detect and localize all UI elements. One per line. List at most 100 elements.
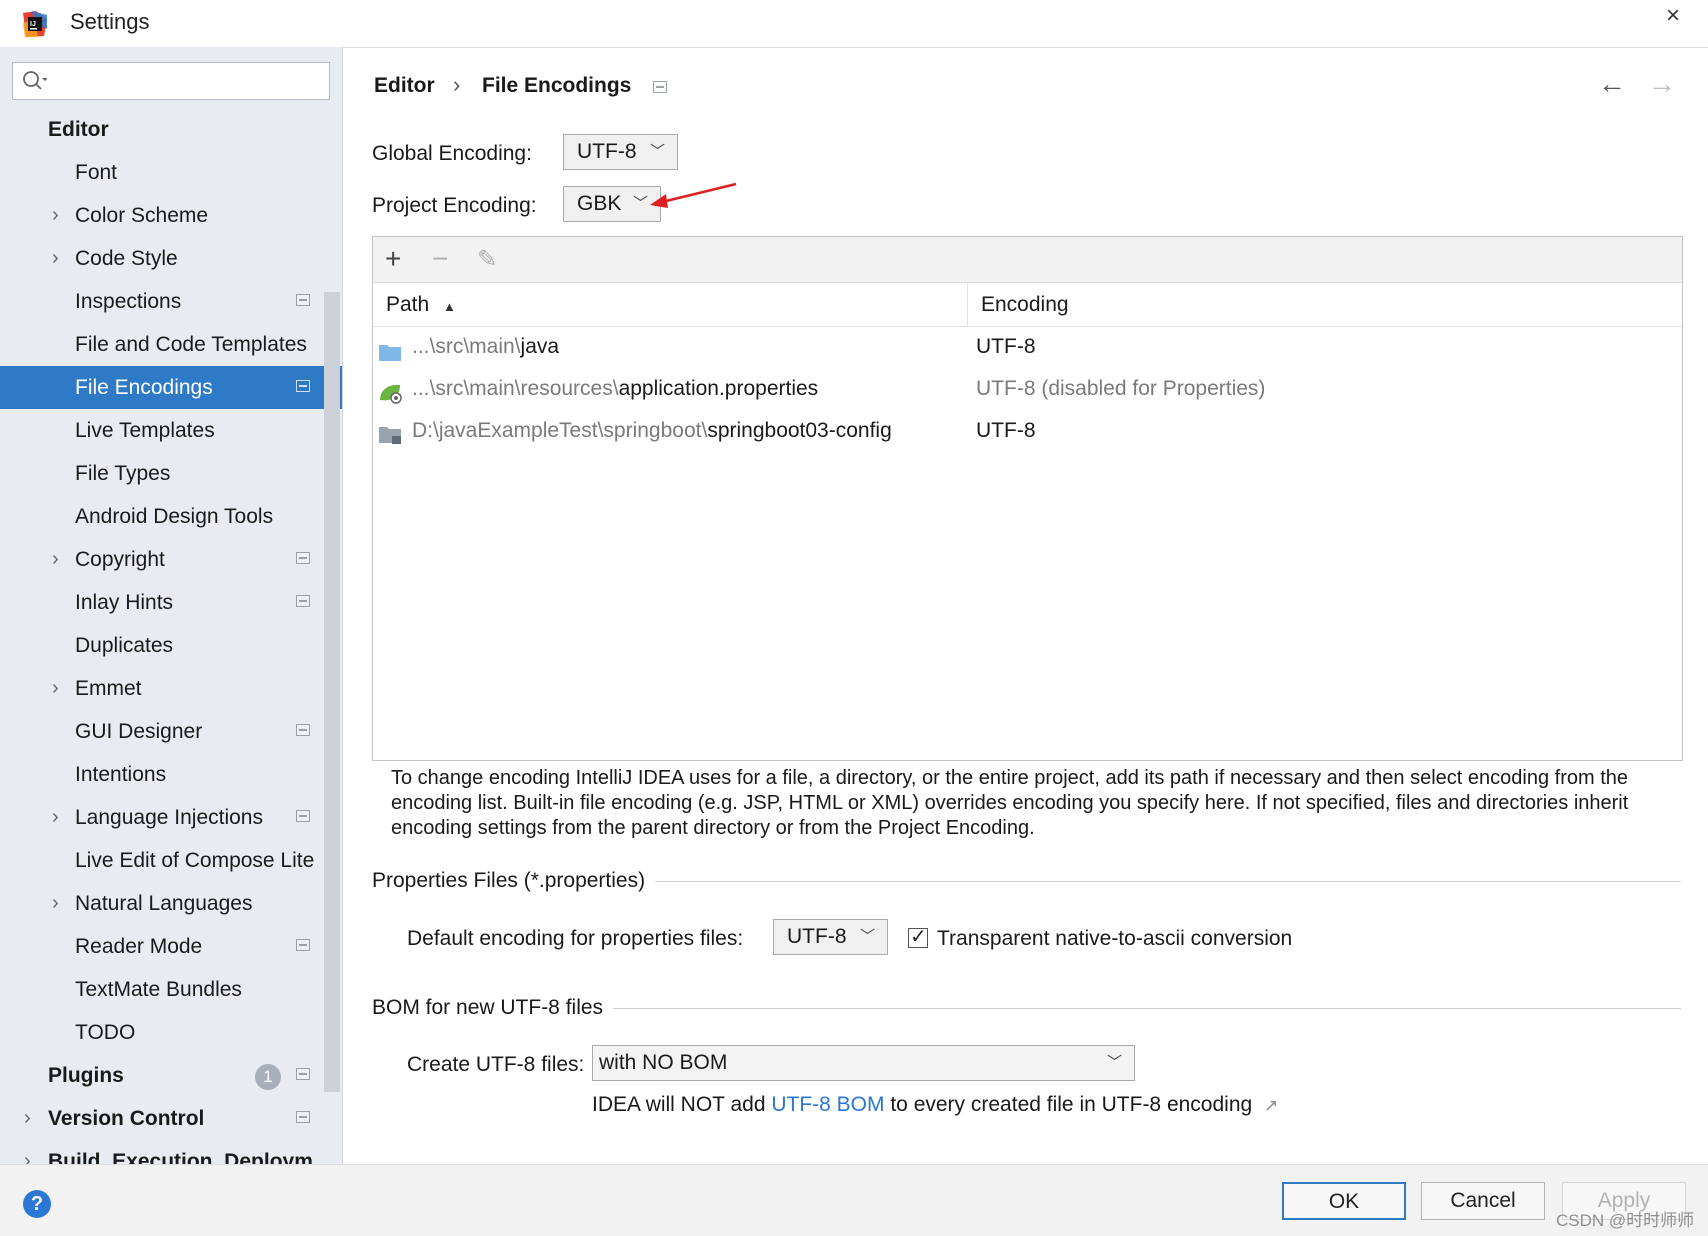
sidebar-item[interactable]: › Color Scheme <box>0 194 342 237</box>
bom-note-prefix: IDEA will NOT add <box>592 1093 772 1116</box>
chevron-down-icon: ﹀ <box>649 143 665 160</box>
sidebar-item[interactable]: Plugins 1 <box>0 1054 342 1097</box>
forward-arrow-icon[interactable]: → <box>1648 68 1676 100</box>
row-path-prefix: D:\javaExampleTest\springboot\ <box>412 419 708 442</box>
sidebar-item[interactable]: TODO <box>0 1011 342 1054</box>
bom-mode-dropdown[interactable]: with NO BOM ﹀ <box>592 1045 1135 1081</box>
sidebar-item[interactable]: › Copyright <box>0 538 342 581</box>
chevron-right-icon[interactable]: › <box>24 1140 31 1164</box>
table-row[interactable]: ...\src\main\java UTF-8 <box>373 326 1682 368</box>
sidebar-item[interactable]: › Code Style <box>0 237 342 280</box>
sidebar-item-label: Android Design Tools <box>75 505 274 528</box>
breadcrumb-parent[interactable]: Editor <box>374 74 435 98</box>
sidebar-item[interactable]: Font <box>0 151 342 194</box>
bom-note-suffix: to every created file in UTF-8 encoding <box>884 1093 1253 1116</box>
project-level-icon <box>296 1068 310 1080</box>
project-level-icon <box>296 552 310 564</box>
chevron-right-icon[interactable]: › <box>52 237 59 280</box>
sidebar-item[interactable]: Inspections <box>0 280 342 323</box>
sidebar-item[interactable]: GUI Designer <box>0 710 342 753</box>
transparent-conversion-label[interactable]: Transparent native-to-ascii conversion <box>937 927 1292 951</box>
row-path-name: springboot03-config <box>707 419 892 442</box>
utf8-bom-link[interactable]: UTF-8 BOM <box>771 1093 884 1116</box>
sidebar-item-label: Language Injections <box>75 806 263 829</box>
global-encoding-value: UTF-8 <box>577 140 637 163</box>
sidebar-item-label: Inlay Hints <box>75 591 174 614</box>
sidebar-item-label: File Encodings <box>75 376 213 399</box>
sidebar-item-label: Version Control <box>48 1107 205 1130</box>
back-arrow-icon[interactable]: ← <box>1598 68 1626 100</box>
chevron-right-icon[interactable]: › <box>52 882 59 925</box>
project-encoding-value: GBK <box>577 192 622 215</box>
remove-icon[interactable]: − <box>432 243 448 275</box>
row-encoding[interactable]: UTF-8 <box>976 410 1036 452</box>
path-column-label: Path <box>386 293 430 316</box>
chevron-right-icon[interactable]: › <box>52 667 59 710</box>
sidebar-item-label: Copyright <box>75 548 165 571</box>
settings-search-input[interactable] <box>12 62 330 100</box>
cancel-button[interactable]: Cancel <box>1421 1182 1545 1220</box>
table-row[interactable]: ...\src\main\resources\application.prope… <box>373 368 1682 410</box>
sidebar-item-label: Color Scheme <box>75 204 209 227</box>
row-encoding[interactable]: UTF-8 <box>976 326 1036 368</box>
sidebar-item[interactable]: Reader Mode <box>0 925 342 968</box>
sidebar-item-label: Natural Languages <box>75 892 253 915</box>
sidebar-item[interactable]: File Encodings <box>0 366 342 409</box>
search-icon <box>23 71 47 90</box>
chevron-right-icon[interactable]: › <box>52 194 59 237</box>
sidebar-item[interactable]: File and Code Templates <box>0 323 342 366</box>
sidebar-item[interactable]: Live Templates <box>0 409 342 452</box>
path-encoding-table: + − ✎ Path ▲ Encoding ...\src\main\java U… <box>372 236 1683 761</box>
chevron-down-icon: ﹀ <box>632 195 648 212</box>
update-count-badge: 1 <box>255 1064 281 1090</box>
properties-section-title: Properties Files (*.properties) <box>372 869 646 892</box>
path-column-header[interactable]: Path ▲ <box>386 293 456 317</box>
add-icon[interactable]: + <box>385 243 401 275</box>
chevron-down-icon: ﹀ <box>859 928 875 945</box>
row-path-prefix: ...\src\main\resources\ <box>412 377 619 400</box>
sidebar-scrollbar[interactable] <box>324 292 340 1092</box>
close-window-button[interactable]: × <box>1666 2 1680 30</box>
row-path-name: application.properties <box>618 377 819 400</box>
sidebar-item[interactable]: › Emmet <box>0 667 342 710</box>
sidebar-item[interactable]: › Language Injections <box>0 796 342 839</box>
sidebar-item[interactable]: Editor <box>0 108 342 151</box>
properties-default-label: Default encoding for properties files: <box>407 927 744 950</box>
chevron-right-icon[interactable]: › <box>52 538 59 581</box>
transparent-conversion-checkbox[interactable] <box>908 924 928 949</box>
project-level-icon <box>296 1111 310 1123</box>
ok-button[interactable]: OK <box>1282 1182 1406 1220</box>
project-level-icon <box>653 81 667 93</box>
sidebar-item[interactable]: Android Design Tools <box>0 495 342 538</box>
intellij-app-icon: IJ <box>23 11 47 37</box>
sidebar-item[interactable]: › Natural Languages <box>0 882 342 925</box>
row-encoding[interactable]: UTF-8 (disabled for Properties) <box>976 368 1265 410</box>
edit-pencil-icon[interactable]: ✎ <box>477 245 497 274</box>
sidebar-item[interactable]: Intentions <box>0 753 342 796</box>
chevron-right-icon[interactable]: › <box>52 796 59 839</box>
global-encoding-dropdown[interactable]: UTF-8 ﹀ <box>563 134 678 170</box>
sidebar-item-label: GUI Designer <box>75 720 203 743</box>
project-encoding-dropdown[interactable]: GBK ﹀ <box>563 186 661 222</box>
sidebar-item[interactable]: Duplicates <box>0 624 342 667</box>
sidebar-item-label: File Types <box>75 462 171 485</box>
help-question-icon[interactable]: ? <box>23 1190 51 1218</box>
table-row[interactable]: D:\javaExampleTest\springboot\springboot… <box>373 410 1682 452</box>
properties-encoding-dropdown[interactable]: UTF-8 ﹀ <box>773 919 888 955</box>
chevron-right-icon[interactable]: › <box>24 1097 31 1140</box>
window-title: Settings <box>70 9 150 34</box>
sidebar-item[interactable]: › Version Control <box>0 1097 342 1140</box>
bom-section-title: BOM for new UTF-8 files <box>372 996 604 1019</box>
sidebar-item[interactable]: TextMate Bundles <box>0 968 342 1011</box>
encoding-column-header[interactable]: Encoding <box>981 293 1069 317</box>
bom-note: IDEA will NOT add UTF-8 BOM to every cre… <box>592 1093 1278 1117</box>
settings-sidebar: Editor Font › Color Scheme › Code Style Inspec… <box>0 47 343 1164</box>
sidebar-item[interactable]: Live Edit of Compose Lite <box>0 839 342 882</box>
sidebar-item[interactable]: › Build, Execution, Deploym <box>0 1140 342 1164</box>
sidebar-item[interactable]: Inlay Hints <box>0 581 342 624</box>
encoding-help-text: To change encoding IntelliJ IDEA uses fo… <box>391 767 1629 839</box>
properties-encoding-value: UTF-8 <box>787 925 847 948</box>
sidebar-item[interactable]: File Types <box>0 452 342 495</box>
sidebar-item-label: Build, Execution, Deploym <box>48 1150 313 1164</box>
bom-mode-value: with NO BOM <box>599 1051 728 1074</box>
